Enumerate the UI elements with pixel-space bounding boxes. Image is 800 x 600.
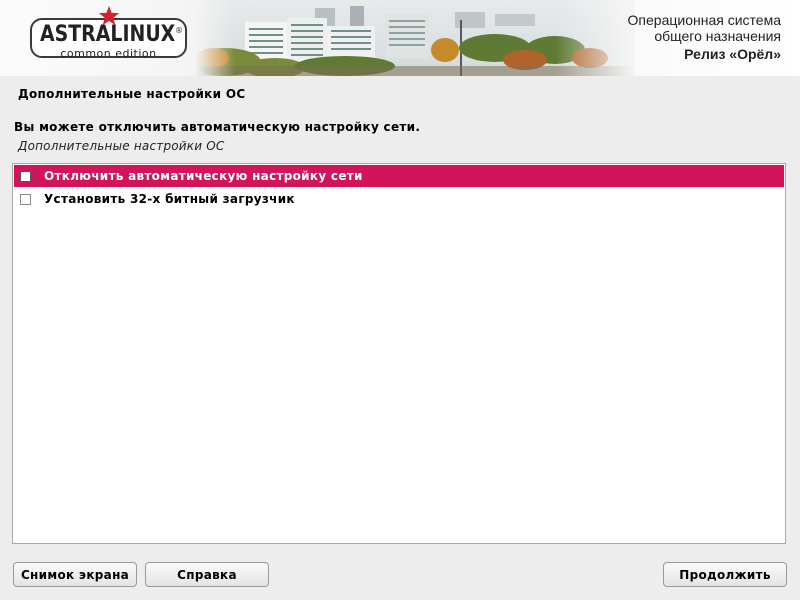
os-description-line2: общего назначения: [654, 28, 781, 44]
city-panorama-image: [195, 0, 635, 76]
logo-registered-mark: ®: [175, 26, 183, 35]
question-text: Вы можете отключить автоматическую настр…: [14, 120, 421, 134]
star-icon: [98, 5, 120, 26]
logo-text: ASTRALINUX: [40, 22, 176, 47]
page-title: Дополнительные настройки ОС: [18, 87, 246, 101]
options-list[interactable]: Отключить автоматическую настройку сети …: [12, 163, 786, 544]
logo-subtitle: common edition: [60, 47, 157, 60]
installer-step-panel: Дополнительные настройки ОС Вы можете от…: [0, 76, 800, 600]
option-disable-network-autoconfig[interactable]: Отключить автоматическую настройку сети: [14, 165, 784, 187]
help-button[interactable]: Справка: [145, 562, 269, 587]
release-name: Релиз «Орёл»: [684, 46, 781, 62]
option-install-32bit-bootloader[interactable]: Установить 32-х битный загрузчик: [14, 188, 784, 210]
option-label: Установить 32-х битный загрузчик: [44, 192, 295, 206]
option-label: Отключить автоматическую настройку сети: [44, 169, 363, 183]
continue-button[interactable]: Продолжить: [663, 562, 787, 587]
os-description-line1: Операционная система: [627, 12, 781, 28]
screenshot-button[interactable]: Снимок экрана: [13, 562, 137, 587]
header-banner: ASTRALINUX ® common edition Операционная…: [0, 0, 800, 76]
checkbox[interactable]: [20, 193, 31, 205]
list-caption: Дополнительные настройки ОС: [18, 139, 225, 153]
checkbox[interactable]: [20, 170, 31, 182]
